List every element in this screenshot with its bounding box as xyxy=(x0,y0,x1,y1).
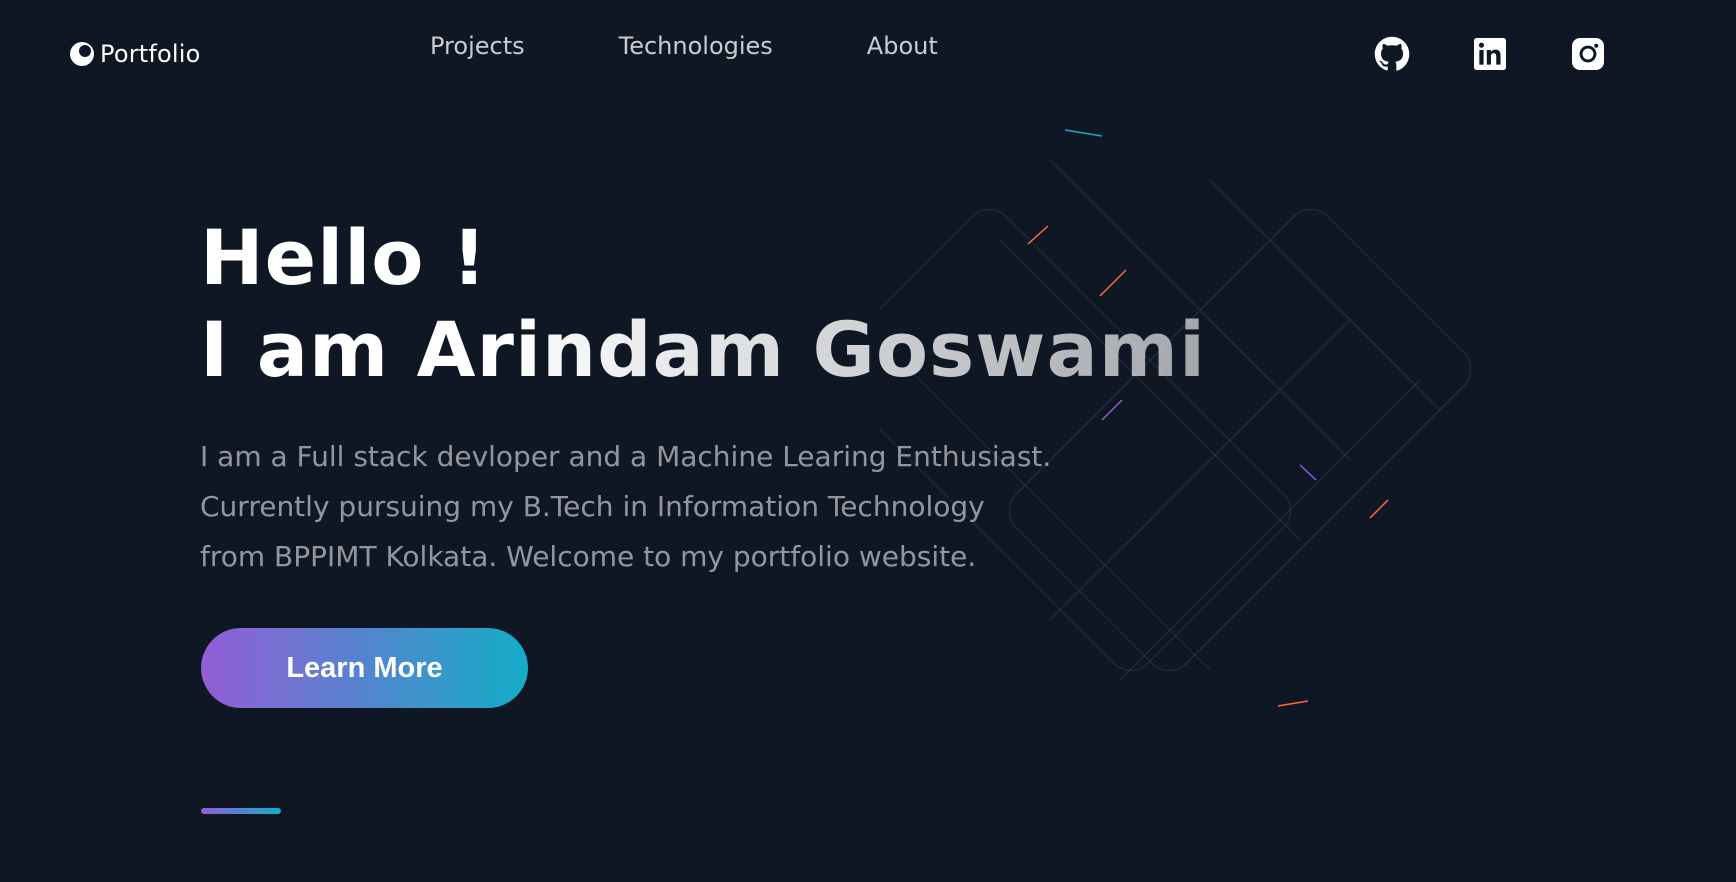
hero-title-name: I am Arindam Goswami xyxy=(200,305,1207,394)
social-links xyxy=(1372,34,1666,74)
hero-title-greeting: Hello ! xyxy=(200,213,488,302)
page: Portfolio Projects Technologies About He… xyxy=(0,0,1736,882)
hero-description-line: from BPPIMT Kolkata. Welcome to my portf… xyxy=(200,540,977,573)
nav-link-projects[interactable]: Projects xyxy=(430,30,525,62)
hero-title: Hello ! I am Arindam Goswami xyxy=(200,212,1206,396)
linkedin-link[interactable] xyxy=(1470,34,1510,74)
logo-text: Portfolio xyxy=(100,40,201,68)
instagram-link[interactable] xyxy=(1568,34,1608,74)
logo-link[interactable]: Portfolio xyxy=(68,40,201,68)
nav-link-about[interactable]: About xyxy=(867,30,938,62)
instagram-icon xyxy=(1572,38,1604,70)
section-divider xyxy=(201,808,281,814)
logo-icon xyxy=(70,42,94,66)
hero-description: I am a Full stack devloper and a Machine… xyxy=(200,432,1100,582)
hero-description-line: Currently pursuing my B.Tech in Informat… xyxy=(200,490,985,523)
github-link[interactable] xyxy=(1372,34,1412,74)
nav-link-technologies[interactable]: Technologies xyxy=(619,30,773,62)
main-nav: Projects Technologies About xyxy=(430,30,1032,62)
learn-more-button[interactable]: Learn More xyxy=(201,628,528,708)
linkedin-icon xyxy=(1474,38,1506,70)
hero-description-line: I am a Full stack devloper and a Machine… xyxy=(200,440,1052,473)
github-icon xyxy=(1374,36,1410,71)
